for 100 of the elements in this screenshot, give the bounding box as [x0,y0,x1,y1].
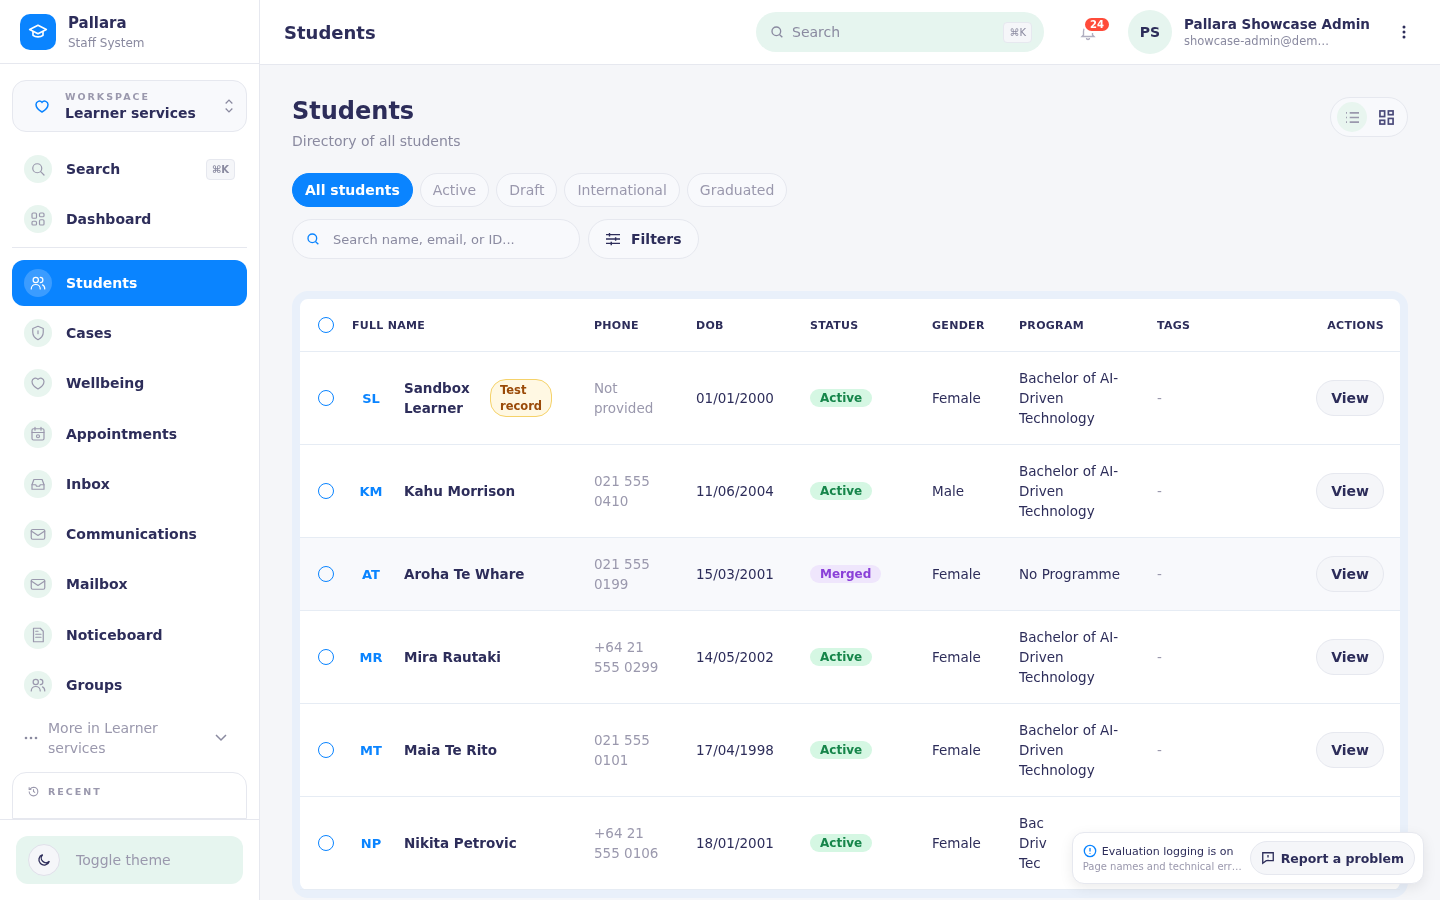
info-icon [1082,844,1097,858]
nav-item[interactable]: Appointments [12,410,247,457]
column-header: ACTIONS [1326,318,1385,332]
nav-item[interactable]: Mailbox [12,561,247,608]
nav-label: Noticeboard [66,626,164,643]
status-badge: Merged [810,565,882,583]
table-cell: - [1157,483,1162,499]
nav-icon [24,520,52,549]
nav-item[interactable]: Wellbeing [12,360,247,407]
view-button[interactable]: View [1316,380,1384,416]
student-initials: MR [358,649,384,665]
workspace-selector[interactable]: WORKSPACE Learner services [12,80,247,132]
nav-item[interactable]: Search ⌘K [12,146,247,193]
table-cell-text: Not provided [594,379,655,418]
report-problem-button[interactable]: Report a problem [1249,841,1415,875]
student-initials: MT [359,742,383,758]
user-email: showcase-admin@dem… [1184,34,1330,48]
table-cell: Female [932,835,981,851]
student-name[interactable]: Maia Te Rito [404,740,497,760]
recent-label: RECENT [48,786,102,798]
column-header: GENDER [931,318,986,332]
nav-label: Students [66,274,139,291]
student-name[interactable]: Sandbox Learner [404,378,476,418]
list-icon [1344,110,1360,124]
table-cell-text: Bachelor of AI-Driven Technology [1019,628,1120,687]
column-header: STATUS [809,318,860,332]
status-badge: Active [810,834,873,852]
nav-icon [24,469,52,498]
nav-label: Search [66,161,122,178]
table-cell: 15/03/2001 [696,566,774,582]
student-initials: KM [358,483,384,499]
nav-label: Wellbeing [66,375,146,392]
column-header: TAGS [1156,318,1192,332]
shortcut-hint: ⌘K [1003,22,1032,43]
nav-item[interactable]: Inbox [12,460,247,507]
table-cell: Female [932,566,981,582]
notification-count: 24 [1083,16,1111,33]
table-cell-text: +64 21 555 0299 [594,638,660,677]
column-header: DOB [695,318,725,332]
toast-title: Evaluation logging is on [1101,844,1234,858]
nav-label: Dashboard [66,211,153,228]
table-cell: 17/04/1998 [696,742,774,758]
moon-icon [28,844,60,876]
nav-label: Appointments [66,425,179,442]
view-button[interactable]: View [1316,639,1384,675]
nav-item[interactable]: Students [12,259,247,306]
table-cell: Male [932,483,964,499]
nav-icon [24,670,52,699]
student-name[interactable]: Aroha Te Whare [404,564,525,584]
student-name[interactable]: Mira Rautaki [404,647,501,667]
message-icon [1260,851,1275,865]
status-badge: Active [810,482,873,500]
status-badge: Active [810,389,873,407]
column-header: PHONE [593,318,640,332]
table-cell: - [1157,742,1162,758]
user-avatar[interactable]: PS [1128,10,1172,54]
nav-item[interactable]: Dashboard [12,196,247,243]
search-field[interactable]: Search name, email, or ID... [292,219,580,259]
table-cell-text: 021 555 0101 [594,731,651,770]
nav-item[interactable]: Communications [12,510,247,558]
chevron-updown-icon [224,98,234,114]
nav-icon [24,570,52,599]
view-button[interactable]: View [1316,473,1384,509]
nav-icon [24,369,52,398]
table-cell: 11/06/2004 [696,483,774,499]
nav-icon [24,419,52,448]
table-cell-text: 021 555 0410 [594,472,651,511]
table-cell: - [1157,649,1162,665]
student-name[interactable]: Kahu Morrison [404,481,516,501]
dots-icon [24,736,38,741]
sliders-icon [605,232,621,246]
nav-item[interactable]: Cases [12,309,247,357]
table-cell-text: 021 555 0199 [594,555,651,594]
nav-label: Groups [66,676,124,693]
view-button[interactable]: View [1316,556,1384,592]
history-icon [27,785,40,799]
toast-text: Page names and technical err… [1082,861,1242,872]
nav-item[interactable]: Noticeboard [12,611,247,658]
table-cell-text: No Programme [1019,565,1121,584]
page-heading: Students [284,21,377,43]
filters-button[interactable]: Filters [588,219,699,259]
table-cell: 14/05/2002 [696,649,774,665]
user-name: Pallara Showcase Admin [1184,16,1371,32]
nav-label: Cases [66,324,113,341]
status-badge: Active [810,648,873,666]
grid-icon [1378,109,1394,125]
search-icon [769,24,785,40]
filter-tab[interactable]: All students [292,173,413,207]
nav-icon [24,155,52,184]
view-button[interactable]: View [1316,732,1384,768]
nav-item[interactable]: Groups [12,661,247,709]
student-initials: NP [359,835,383,851]
chevron-down-icon [215,734,227,743]
student-name[interactable]: Nikita Petrovic [404,833,517,853]
page-title: Students [292,97,416,125]
app-name: Pallara [68,13,128,32]
column-header: FULL NAME [351,318,427,332]
page-subtitle: Directory of all students [292,133,461,149]
table-cell: 01/01/2000 [696,390,774,406]
nav-label: Communications [66,526,198,543]
